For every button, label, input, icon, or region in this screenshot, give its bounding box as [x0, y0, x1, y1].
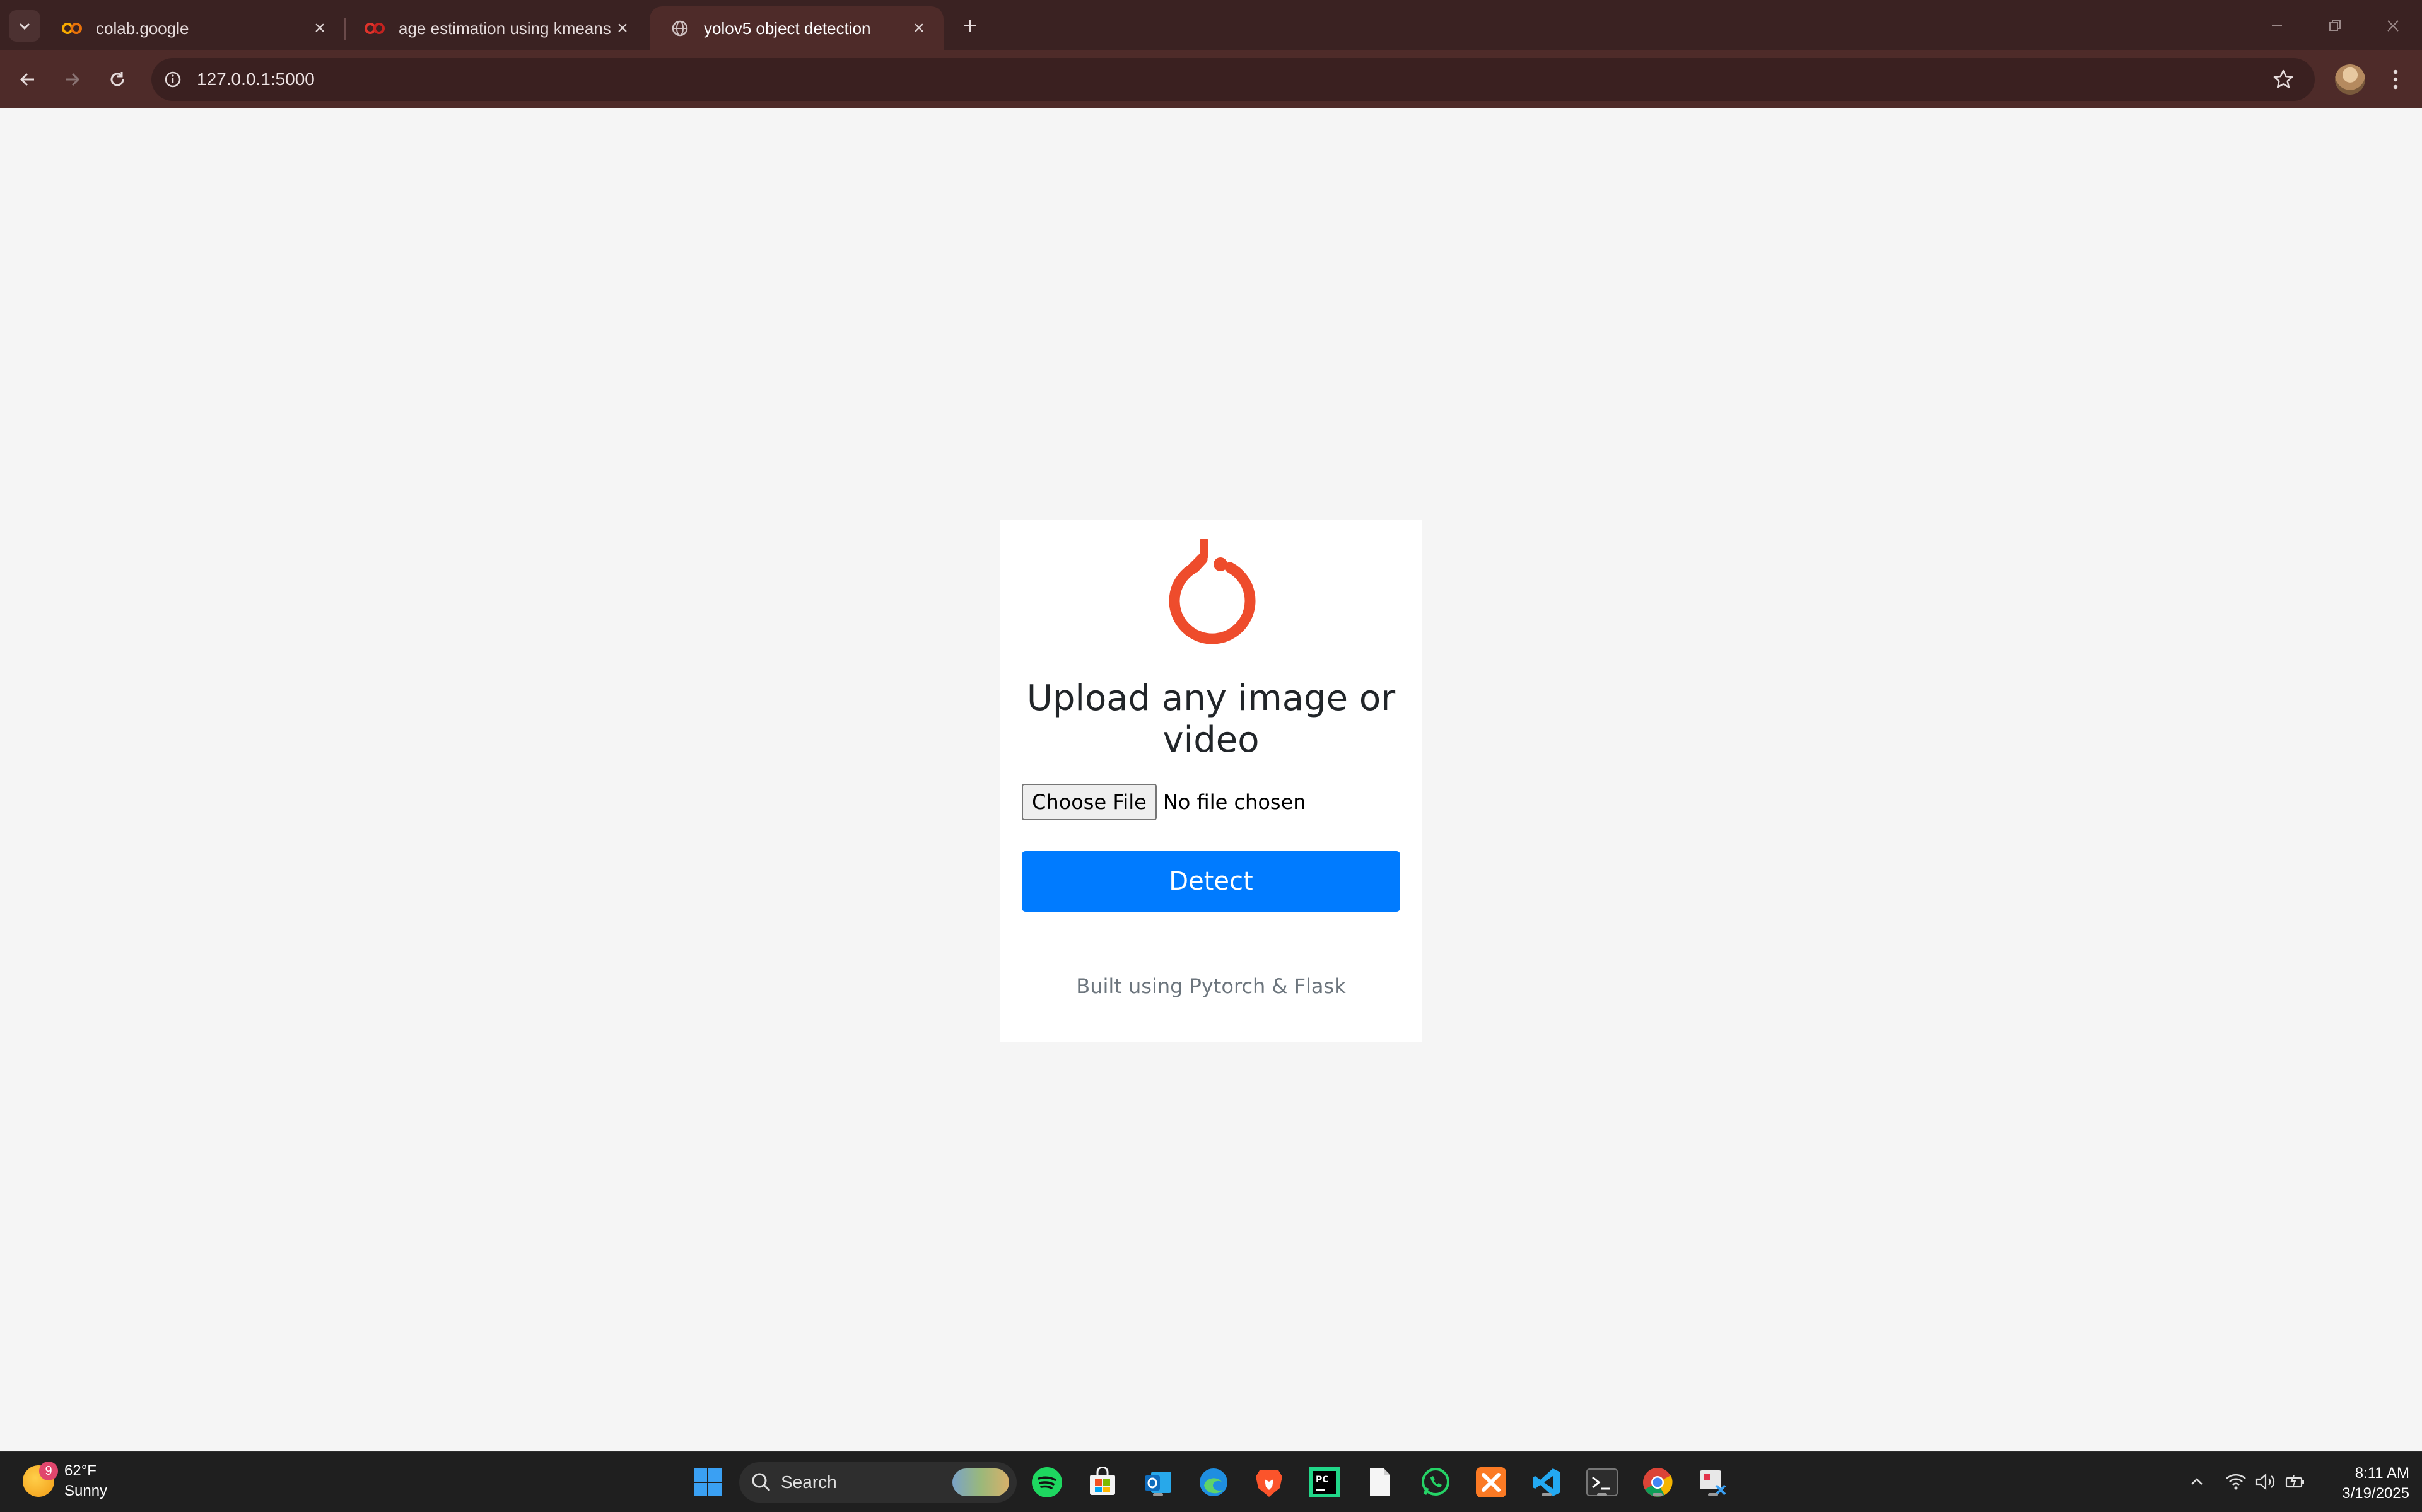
weather-condition: Sunny — [64, 1482, 108, 1499]
notepad-icon[interactable] — [1362, 1465, 1398, 1500]
terminal-icon[interactable] — [1584, 1465, 1620, 1500]
colab-icon — [363, 17, 386, 40]
running-indicator — [1708, 1493, 1718, 1496]
page-heading: Upload any image or video — [1026, 678, 1396, 760]
tab-title: colab.google — [96, 18, 189, 38]
tab-colab[interactable]: colab.google × — [42, 6, 344, 50]
arrow-right-icon — [66, 73, 80, 86]
windows-start-icon[interactable] — [690, 1465, 725, 1500]
close-icon[interactable]: × — [612, 18, 633, 39]
tab-age-estimation[interactable]: age estimation using kmeans.ipynb × — [344, 6, 647, 50]
address-bar[interactable]: 127.0.0.1:5000 — [151, 58, 2315, 101]
vscode-icon[interactable] — [1529, 1465, 1564, 1500]
outlook-icon[interactable] — [1140, 1465, 1176, 1500]
close-icon[interactable]: × — [309, 18, 331, 39]
xampp-icon[interactable] — [1473, 1465, 1509, 1500]
sun-icon: 9 — [23, 1462, 58, 1497]
reload-icon — [110, 72, 124, 86]
close-window-button[interactable] — [2374, 10, 2412, 42]
arrow-left-icon — [20, 73, 34, 86]
back-button[interactable] — [10, 62, 45, 97]
file-status-text: No file chosen — [1162, 790, 1306, 814]
weather-widget[interactable]: 9 62°F Sunny — [23, 1461, 107, 1501]
globe-icon — [669, 17, 691, 40]
file-input[interactable]: Choose File No file chosen — [1022, 784, 1306, 820]
more-vertical-icon — [2393, 69, 2398, 90]
svg-text:PC: PC — [1316, 1475, 1329, 1485]
close-icon — [2387, 20, 2399, 32]
minimize-button[interactable] — [2258, 10, 2296, 42]
tab-yolov5[interactable]: yolov5 object detection × — [650, 6, 944, 50]
reload-button[interactable] — [100, 62, 135, 97]
pytorch-logo — [1169, 539, 1256, 644]
system-clock[interactable]: 8:11 AM 3/19/2025 — [2321, 1463, 2409, 1504]
weather-temperature: 62°F — [64, 1462, 97, 1479]
notification-badge: 9 — [39, 1462, 58, 1480]
restore-button[interactable] — [2316, 10, 2354, 42]
edge-icon[interactable] — [1196, 1465, 1231, 1500]
pycharm-icon[interactable]: PC — [1307, 1465, 1342, 1500]
browser-toolbar: 127.0.0.1:5000 — [0, 50, 2422, 108]
running-indicator — [1653, 1493, 1663, 1496]
search-icon — [752, 1473, 771, 1492]
microsoft-store-icon[interactable] — [1085, 1465, 1120, 1500]
tab-title: yolov5 object detection — [704, 18, 871, 38]
windows-taskbar: 9 62°F Sunny Search PC 8:11 AM 3/19/2025 — [0, 1451, 2422, 1512]
chevron-down-icon — [19, 23, 30, 30]
choose-file-button[interactable]: Choose File — [1022, 784, 1157, 820]
battery-icon[interactable] — [2279, 1466, 2311, 1497]
bookmark-star-icon[interactable] — [2271, 67, 2296, 92]
footer-credit: Built using Pytorch & Flask — [1076, 974, 1346, 998]
chevron-up-icon[interactable] — [2181, 1466, 2213, 1497]
minimize-icon — [2272, 25, 2282, 26]
clock-date: 3/19/2025 — [2342, 1485, 2409, 1502]
whatsapp-icon[interactable] — [1418, 1465, 1453, 1500]
taskbar-search[interactable]: Search — [739, 1462, 1017, 1503]
tab-search-button[interactable] — [9, 10, 40, 42]
restore-icon — [2329, 20, 2341, 31]
close-icon[interactable]: × — [908, 18, 930, 39]
wifi-icon[interactable] — [2220, 1466, 2252, 1497]
browser-menu-button[interactable] — [2378, 62, 2413, 97]
new-tab-button[interactable]: + — [956, 11, 985, 40]
snipping-tool-icon[interactable] — [1695, 1465, 1731, 1500]
tab-strip: colab.google × age estimation using kmea… — [0, 0, 2422, 50]
url-text[interactable]: 127.0.0.1:5000 — [197, 69, 315, 90]
detect-button[interactable]: Detect — [1022, 851, 1400, 912]
info-icon[interactable] — [151, 58, 194, 101]
search-label: Search — [781, 1472, 837, 1492]
volume-icon[interactable] — [2249, 1466, 2281, 1497]
brave-icon[interactable] — [1251, 1465, 1287, 1500]
tab-title: age estimation using kmeans.ipynb — [399, 18, 612, 38]
upload-card: Upload any image or video Choose File No… — [1000, 520, 1422, 1042]
spotify-icon[interactable] — [1029, 1465, 1065, 1500]
running-indicator — [1597, 1493, 1607, 1496]
search-highlight-image — [952, 1468, 1009, 1496]
running-indicator — [1542, 1493, 1552, 1496]
running-indicator — [1153, 1493, 1163, 1496]
forward-button[interactable] — [54, 62, 90, 97]
clock-time: 8:11 AM — [2355, 1465, 2409, 1482]
profile-avatar[interactable] — [2335, 64, 2365, 95]
colab-icon — [61, 17, 83, 40]
chrome-icon[interactable] — [1640, 1465, 1675, 1500]
